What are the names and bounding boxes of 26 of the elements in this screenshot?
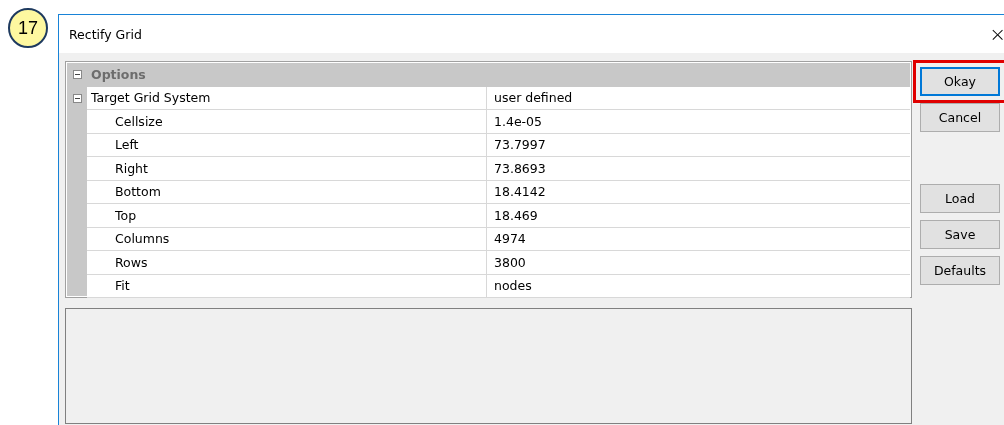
property-value[interactable]: nodes	[487, 274, 910, 298]
property-name: Left	[87, 133, 487, 157]
property-value[interactable]: 73.7997	[487, 133, 910, 157]
property-name: Rows	[87, 251, 487, 275]
property-value[interactable]: 18.4142	[487, 180, 910, 204]
property-value[interactable]: 18.469	[487, 204, 910, 228]
property-name: Cellsize	[87, 110, 487, 134]
property-value[interactable]: 3800	[487, 251, 910, 275]
property-name: Columns	[87, 227, 487, 251]
property-value[interactable]: 73.8693	[487, 157, 910, 181]
dialog-button[interactable]: Cancel	[920, 103, 1000, 132]
window-title: Rectify Grid	[69, 26, 142, 42]
dialog-button[interactable]: Load	[920, 184, 1000, 213]
property-value[interactable]: 4974	[487, 227, 910, 251]
property-name: Top	[87, 204, 487, 228]
category-header: Options	[87, 63, 910, 87]
property-name: Right	[87, 157, 487, 181]
step-badge: 17	[8, 8, 48, 48]
close-button[interactable]: ×	[989, 24, 1004, 44]
property-name: Target Grid System	[87, 86, 487, 110]
property-value[interactable]: user defined	[487, 86, 910, 110]
property-value[interactable]: 1.4e-05	[487, 110, 910, 134]
dialog-button[interactable]: Save	[920, 220, 1000, 249]
property-name: Bottom	[87, 180, 487, 204]
dialog-button[interactable]: Defaults	[920, 256, 1000, 285]
property-name: Fit	[87, 274, 487, 298]
